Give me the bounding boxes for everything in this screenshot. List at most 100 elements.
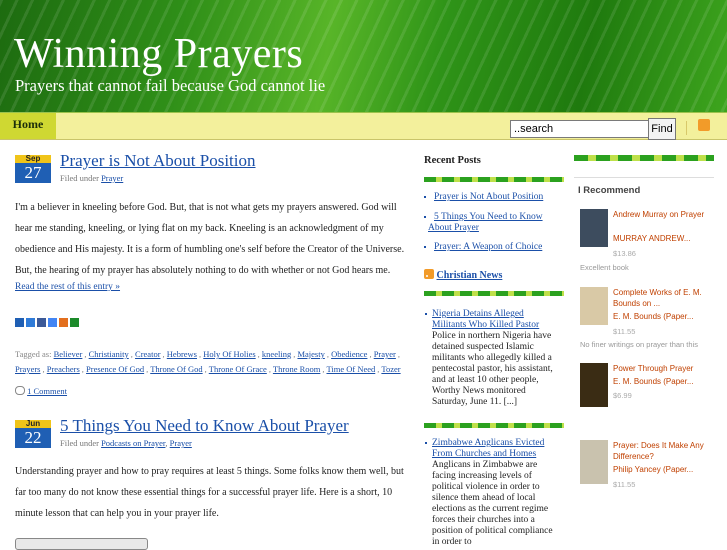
- date-day: 22: [15, 428, 51, 448]
- recommend-heading: I Recommend: [578, 185, 641, 196]
- book-price: $13.86: [613, 249, 636, 258]
- post-2: Jun 22 5 Things You Need to Know About P…: [15, 416, 405, 550]
- news-summary: Anglicans in Zimbabwe are facing increas…: [432, 460, 553, 547]
- tag-link[interactable]: Presence Of God: [86, 364, 144, 374]
- date-day: 27: [15, 163, 51, 183]
- book-title[interactable]: Andrew Murray on Prayer: [613, 209, 713, 220]
- comment-icon: [15, 386, 25, 395]
- tag-list: Believer, Christianity, Creator, Hebrews…: [15, 349, 401, 374]
- tag-link[interactable]: Time Of Need: [326, 364, 375, 374]
- book-author: E. M. Bounds (Paper...: [613, 312, 694, 321]
- rss-icon[interactable]: [698, 119, 710, 131]
- tag-link[interactable]: Throne Of Grace: [209, 364, 267, 374]
- post-excerpt: Understanding prayer and how to pray req…: [15, 466, 404, 519]
- tag-link[interactable]: Obedience: [331, 349, 367, 359]
- recent-posts-heading: Recent Posts: [424, 155, 481, 166]
- category-link[interactable]: Podcasts on Prayer: [101, 438, 165, 448]
- site-title[interactable]: Winning Prayers: [14, 30, 303, 78]
- tag-link[interactable]: Holy Of Holies: [203, 349, 255, 359]
- tag-link[interactable]: Prayers: [15, 364, 41, 374]
- nav-home-link[interactable]: Home: [0, 113, 56, 139]
- comments-row: 1 Comment: [15, 386, 67, 396]
- post-1: Sep 27 Prayer is Not About Position File…: [15, 151, 407, 396]
- divider: [574, 177, 714, 178]
- book-cover[interactable]: [580, 209, 608, 247]
- book-price: $11.55: [613, 480, 636, 489]
- section-divider: [424, 291, 564, 296]
- news-item: Zimbabwe Anglicans Evicted From Churches…: [425, 438, 556, 548]
- book-cover[interactable]: [580, 440, 608, 484]
- section-divider: [424, 423, 564, 428]
- christian-news-heading[interactable]: Christian News: [437, 270, 503, 281]
- google-icon[interactable]: [48, 318, 57, 327]
- social-bookmarks: [15, 318, 81, 328]
- book-title[interactable]: Prayer: Does It Make Any Difference?: [613, 440, 713, 462]
- bookmark-icon[interactable]: [59, 318, 68, 327]
- tag-link[interactable]: Tozer: [381, 364, 400, 374]
- tag-link[interactable]: Prayer: [374, 349, 396, 359]
- tag-link[interactable]: Preachers: [47, 364, 80, 374]
- media-player[interactable]: [15, 538, 148, 550]
- site-tagline: Prayers that cannot fail because God can…: [15, 76, 326, 95]
- news-item: Nigeria Detains Alleged Militants Who Ki…: [425, 309, 556, 408]
- date-badge: Jun 22: [15, 420, 51, 448]
- list-item: Prayer: A Weapon of Choice: [424, 242, 564, 253]
- facebook-icon[interactable]: [37, 318, 46, 327]
- post-meta: Filed under Prayer: [60, 173, 123, 183]
- tag-link[interactable]: Hebrews: [167, 349, 197, 359]
- tag-link[interactable]: kneeling: [262, 349, 291, 359]
- read-more-link[interactable]: Read the rest of this entry »: [15, 277, 120, 298]
- date-month: Sep: [15, 155, 51, 163]
- recent-post-link[interactable]: Prayer: A Weapon of Choice: [434, 242, 542, 252]
- filed-under-label: Filed under: [60, 438, 99, 448]
- book-author: E. M. Bounds (Paper...: [613, 377, 694, 386]
- stumbleupon-icon[interactable]: [70, 318, 79, 327]
- recent-post-link[interactable]: Prayer is Not About Position: [434, 192, 543, 202]
- list-item: Prayer is Not About Position: [424, 192, 564, 203]
- book-note: Excellent book: [580, 263, 629, 272]
- tag-link[interactable]: Throne Of God: [150, 364, 202, 374]
- site-header: Winning Prayers Prayers that cannot fail…: [0, 0, 727, 112]
- post-tags: Tagged as: Believer, Christianity, Creat…: [15, 347, 407, 377]
- list-item: 5 Things You Need to Know About Prayer: [424, 212, 564, 234]
- section-divider: [424, 177, 564, 182]
- book-title[interactable]: Power Through Prayer: [613, 363, 713, 374]
- nav-divider: [686, 121, 687, 135]
- rss-icon[interactable]: [424, 269, 434, 279]
- news-title-link[interactable]: Zimbabwe Anglicans Evicted From Churches…: [432, 438, 544, 459]
- find-button[interactable]: Find: [648, 118, 676, 140]
- book-note: No finer writings on prayer than this: [580, 340, 698, 349]
- digg-icon[interactable]: [26, 318, 35, 327]
- book-cover[interactable]: [580, 363, 608, 407]
- search-input[interactable]: [510, 120, 650, 138]
- date-badge: Sep 27: [15, 155, 51, 183]
- tag-link[interactable]: Creator: [135, 349, 161, 359]
- filed-under-label: Filed under: [60, 173, 99, 183]
- recent-post-link[interactable]: 5 Things You Need to Know About Prayer: [428, 212, 543, 233]
- book-cover[interactable]: [580, 287, 608, 325]
- tag-link[interactable]: Believer: [54, 349, 83, 359]
- news-summary: Police in northern Nigeria have detained…: [432, 331, 553, 407]
- christian-news-heading-row: Christian News: [424, 269, 502, 281]
- comments-link[interactable]: 1 Comment: [27, 386, 67, 396]
- delicious-icon[interactable]: [15, 318, 24, 327]
- post-excerpt: I'm a believer in kneeling before God. B…: [15, 202, 405, 276]
- book-price: $6.99: [613, 391, 632, 400]
- category-link[interactable]: Prayer: [101, 173, 123, 183]
- nav-bar: Home Find: [0, 112, 727, 140]
- tag-link[interactable]: Throne Room: [273, 364, 320, 374]
- book-author: MURRAY ANDREW...: [613, 234, 691, 243]
- news-title-link[interactable]: Nigeria Detains Alleged Militants Who Ki…: [432, 309, 539, 330]
- category-link-2[interactable]: Prayer: [170, 438, 192, 448]
- post-title-link[interactable]: 5 Things You Need to Know About Prayer: [60, 416, 349, 436]
- date-month: Jun: [15, 420, 51, 428]
- post-title-link[interactable]: Prayer is Not About Position: [60, 151, 256, 171]
- book-author: Philip Yancey (Paper...: [613, 465, 694, 474]
- tag-link[interactable]: Majesty: [297, 349, 324, 359]
- tag-link[interactable]: Christianity: [89, 349, 129, 359]
- book-price: $11.55: [613, 327, 636, 336]
- book-title[interactable]: Complete Works of E. M. Bounds on ...: [613, 287, 713, 309]
- post-meta: Filed under Podcasts on Prayer, Prayer: [60, 438, 192, 448]
- tagged-as-label: Tagged as:: [15, 349, 52, 359]
- section-divider: [574, 155, 714, 161]
